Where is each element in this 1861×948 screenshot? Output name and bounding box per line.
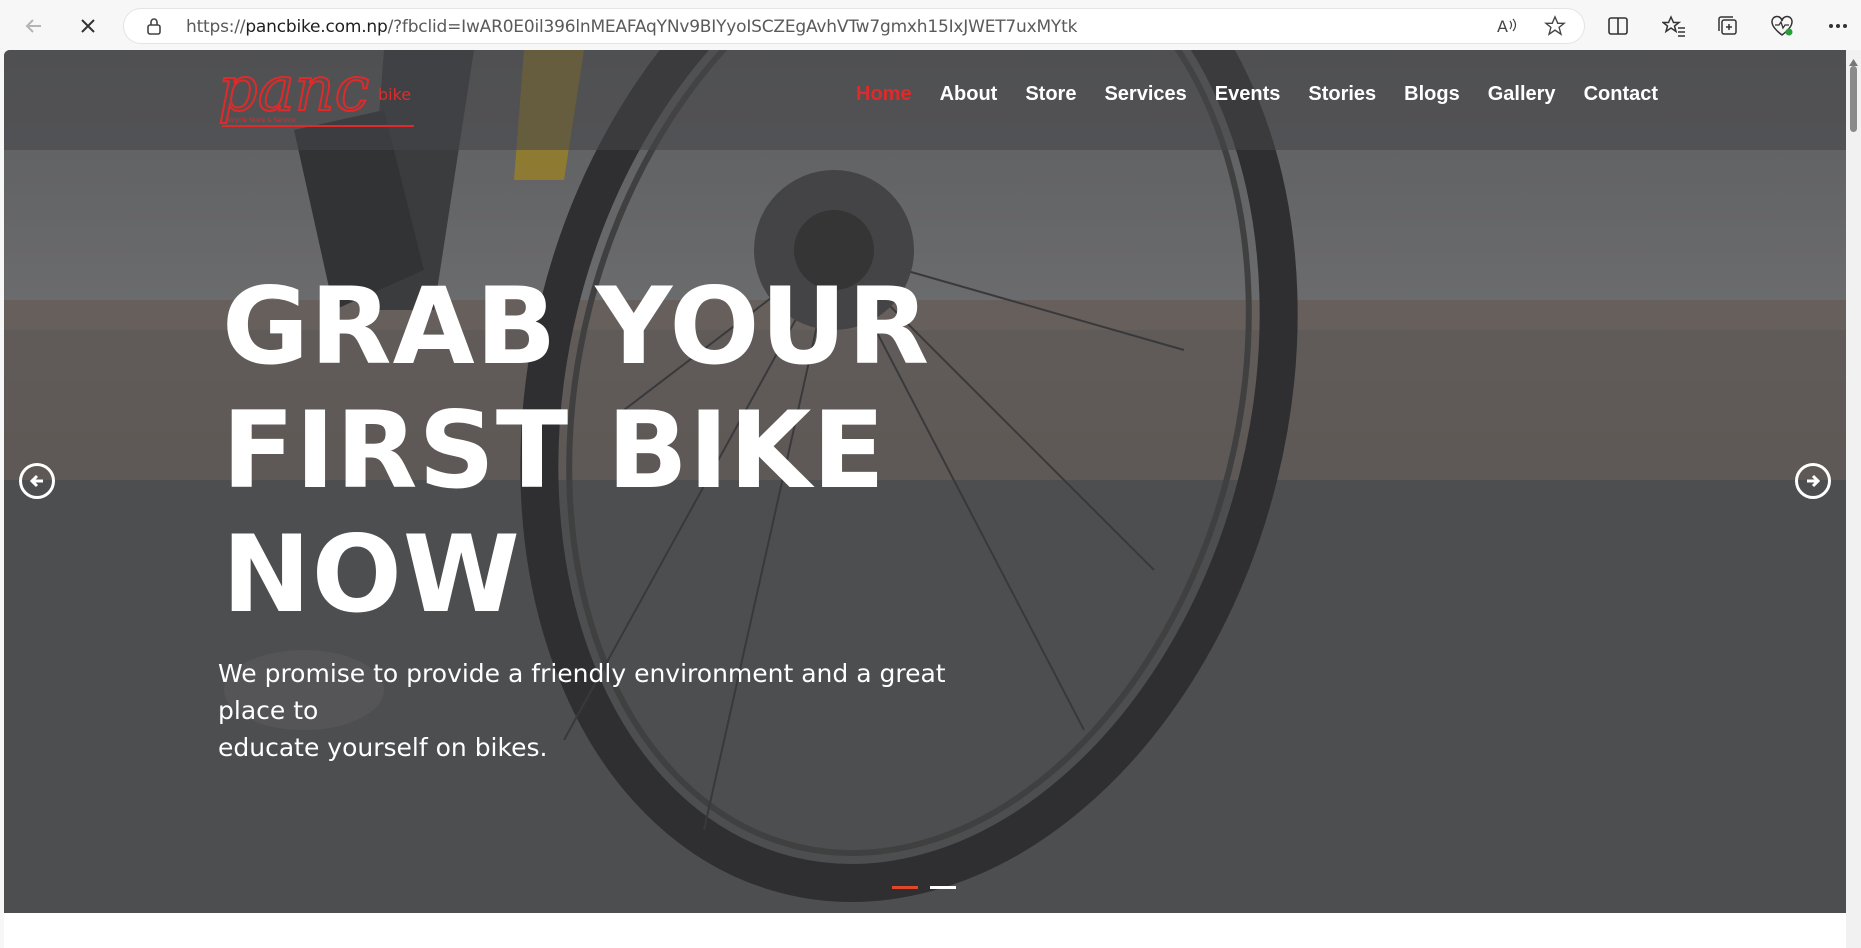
logo-tagline: Bicycle Store & Service <box>226 117 296 124</box>
address-bar[interactable]: https://pancbike.com.np/?fbclid=IwAR0E0i… <box>124 9 1584 43</box>
url-prefix: https:// <box>186 17 246 37</box>
stop-icon[interactable] <box>72 10 104 42</box>
nav-blogs[interactable]: Blogs <box>1404 83 1460 106</box>
split-screen-icon[interactable] <box>1602 10 1634 42</box>
back-icon[interactable] <box>18 10 50 42</box>
read-aloud-icon[interactable]: A <box>1496 16 1518 41</box>
browser-essentials-icon[interactable] <box>1766 10 1798 42</box>
hero-title-line-3: NOW <box>222 513 521 636</box>
hero-title-line-2: FIRST BIKE <box>222 389 886 512</box>
site-header: panc bike Bicycle Store & Service Home A… <box>4 50 1846 150</box>
logo-text-main: panc <box>218 58 369 125</box>
favorite-star-icon[interactable] <box>1543 15 1567 42</box>
next-slide-arrow-icon[interactable] <box>1795 463 1831 499</box>
favorites-icon[interactable] <box>1658 10 1690 42</box>
lock-icon[interactable] <box>146 17 162 40</box>
collections-icon[interactable] <box>1712 10 1744 42</box>
nav-services[interactable]: Services <box>1104 83 1186 106</box>
slider-dot-1[interactable] <box>892 886 918 889</box>
nav-store[interactable]: Store <box>1025 83 1076 106</box>
scrollbar-thumb[interactable] <box>1850 66 1857 132</box>
browser-toolbar: https://pancbike.com.np/?fbclid=IwAR0E0i… <box>0 0 1861 50</box>
url-text[interactable]: https://pancbike.com.np/?fbclid=IwAR0E0i… <box>186 17 1077 37</box>
main-navigation: Home About Store Services Events Stories… <box>856 83 1686 106</box>
nav-home[interactable]: Home <box>856 83 912 106</box>
url-host: pancbike.com.np <box>245 17 388 37</box>
nav-stories[interactable]: Stories <box>1308 83 1376 106</box>
hero-title: GRAB YOUR FIRST BIKE NOW <box>222 265 1022 637</box>
hero-slider: panc bike Bicycle Store & Service Home A… <box>4 50 1846 913</box>
prev-slide-arrow-icon[interactable] <box>19 463 55 499</box>
slider-indicators <box>892 886 956 889</box>
url-path: /?fbclid=IwAR0E0il396lnMEAFAqYNv9BIYyoIS… <box>387 17 1078 37</box>
page-viewport: panc bike Bicycle Store & Service Home A… <box>4 50 1846 948</box>
site-logo[interactable]: panc bike Bicycle Store & Service <box>217 51 418 136</box>
logo-text-small: bike <box>378 85 411 104</box>
more-icon[interactable] <box>1822 10 1854 42</box>
nav-events[interactable]: Events <box>1215 83 1281 106</box>
hero-subtitle-line-1: We promise to provide a friendly environ… <box>218 659 946 725</box>
svg-text:A: A <box>1497 17 1508 36</box>
nav-about[interactable]: About <box>940 83 998 106</box>
nav-gallery[interactable]: Gallery <box>1488 83 1556 106</box>
hero-subtitle: We promise to provide a friendly environ… <box>218 655 1018 766</box>
slider-dot-2[interactable] <box>930 886 956 889</box>
hero-subtitle-line-2: educate yourself on bikes. <box>218 733 548 762</box>
page-scrollbar[interactable] <box>1846 50 1861 948</box>
nav-contact[interactable]: Contact <box>1584 83 1658 106</box>
hero-title-line-1: GRAB YOUR <box>222 265 931 388</box>
